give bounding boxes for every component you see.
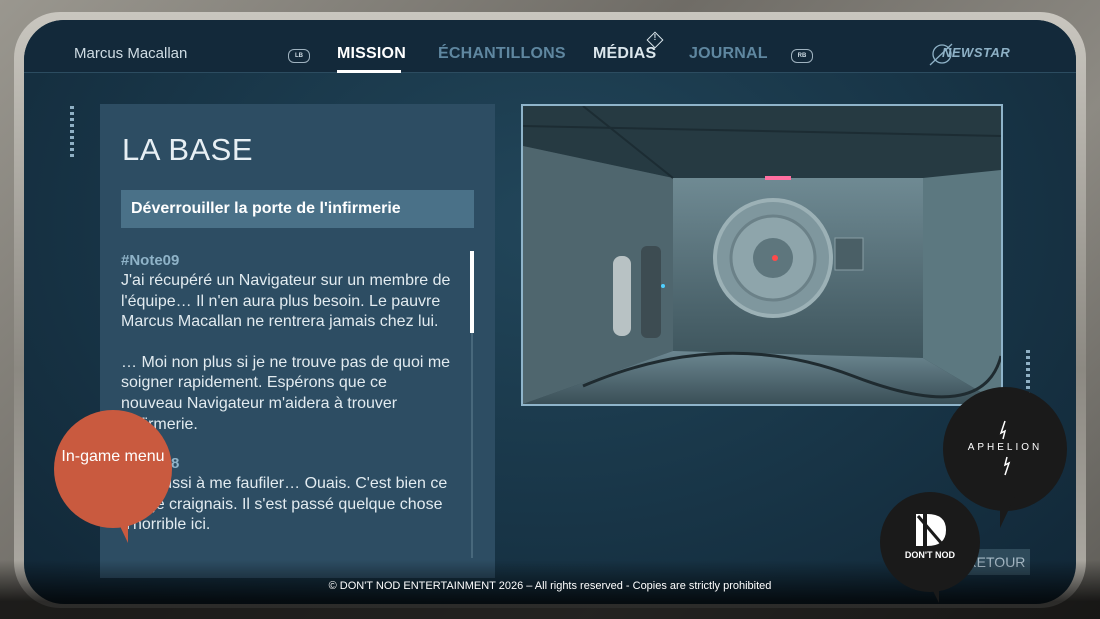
mission-title: LA BASE (122, 132, 254, 167)
tab-medias[interactable]: MÉDIAS (593, 45, 656, 63)
notes-scrollbar-thumb[interactable] (470, 251, 474, 333)
mission-panel: LA BASE Déverrouiller la porte de l'infi… (100, 104, 495, 578)
dontnod-wordmark: DON'T NOD (904, 550, 956, 560)
notes-list[interactable]: #Note09 J'ai récupéré un Navigateur sur … (121, 252, 451, 536)
callout-tail (110, 505, 128, 543)
note-paragraph: J'ai réussi à me faufiler… Ouais. C'est … (121, 475, 448, 534)
left-edge-ticks (70, 106, 74, 160)
dontnod-bubble-tail (925, 575, 939, 603)
top-navigation-bar: Marcus Macallan LB MISSION ÉCHANTILLONS … (24, 20, 1076, 73)
right-bumper-hint[interactable]: RB (791, 49, 813, 63)
note-tag: #Note09 (121, 252, 180, 269)
tab-mission[interactable]: MISSION (337, 45, 406, 63)
aphelion-bubble-tail (1000, 490, 1018, 528)
note-paragraph: J'ai récupéré un Navigateur sur un membr… (121, 272, 451, 331)
corridor-illustration (523, 106, 1001, 404)
objective-text: Déverrouiller la porte de l'infirmerie (131, 200, 401, 217)
active-tab-indicator (337, 70, 401, 73)
callout-label: In-game menu (61, 448, 165, 465)
player-name: Marcus Macallan (74, 45, 188, 62)
current-objective: Déverrouiller la porte de l'infirmerie (121, 190, 474, 228)
left-bumper-hint[interactable]: LB (288, 49, 310, 63)
aphelion-wordmark: APHELION (967, 442, 1043, 453)
tab-echantillons[interactable]: ÉCHANTILLONS (438, 45, 566, 63)
newstar-brand: NEWSTAR (942, 45, 1011, 60)
notification-mark: ! (653, 33, 657, 42)
location-image (521, 104, 1003, 406)
tab-journal[interactable]: JOURNAL (689, 45, 768, 63)
note-paragraph: … Moi non plus si je ne trouve pas de qu… (121, 353, 451, 433)
